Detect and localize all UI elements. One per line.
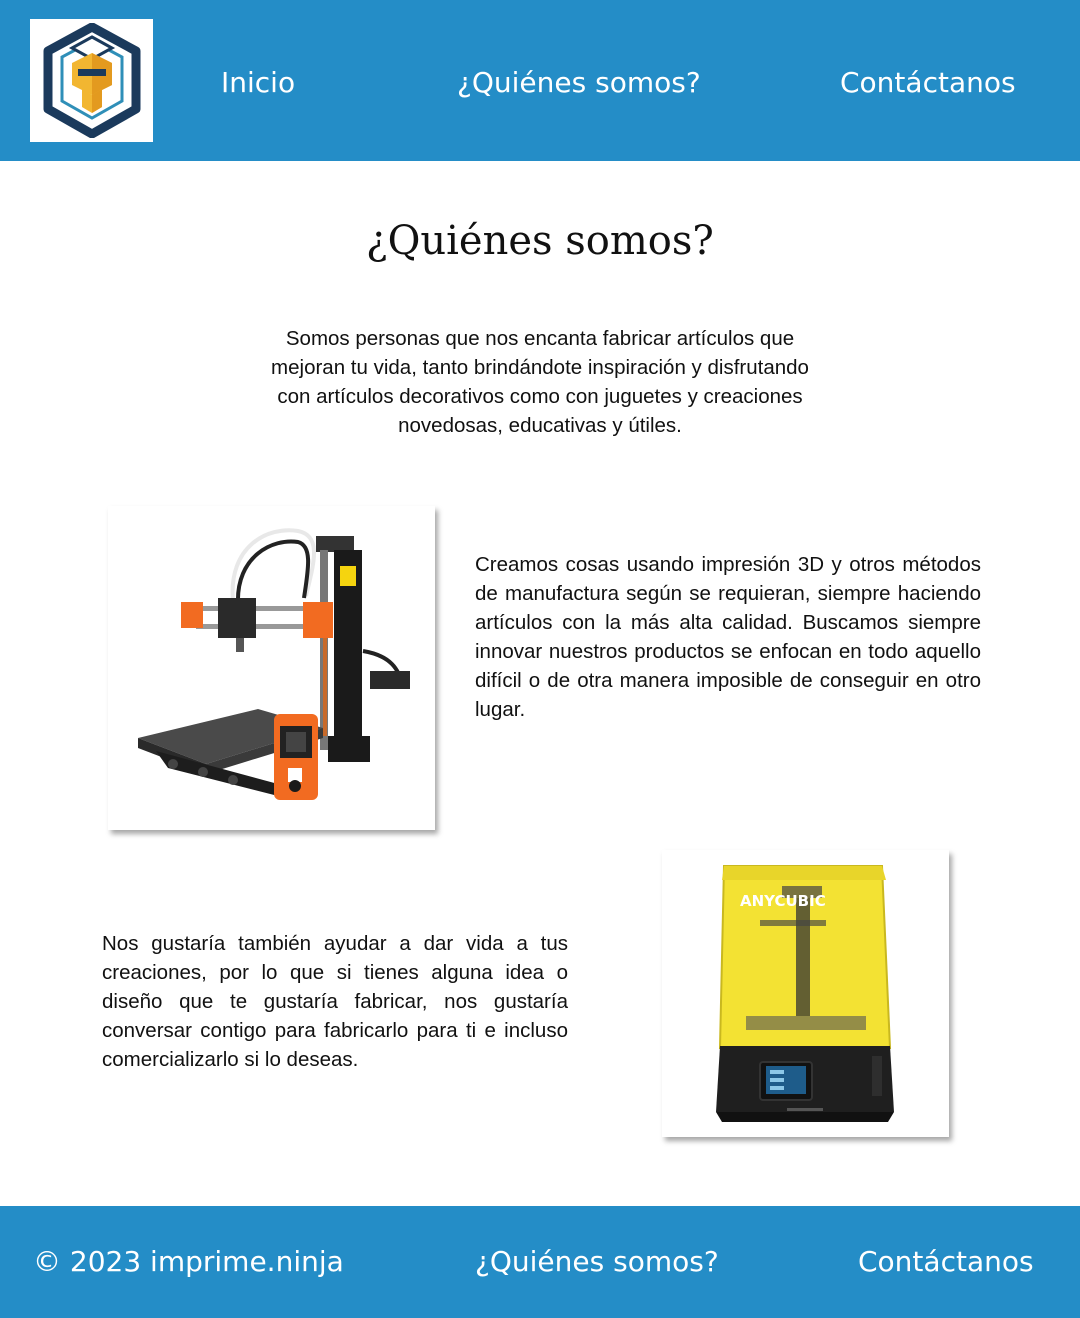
site-logo[interactable] [30,19,153,142]
footer-link-contact[interactable]: Contáctanos [858,1242,1034,1282]
intro-paragraph: Somos personas que nos encanta fabricar … [271,327,809,437]
section1-paragraph: Creamos cosas usando impresión 3D y otro… [475,553,981,721]
fdm-3d-printer-icon [138,528,410,800]
nav-link-home[interactable]: Inicio [221,64,295,102]
footer-copyright: © 2023 imprime.ninja [33,1245,344,1278]
site-footer: © 2023 imprime.ninja ¿Quiénes somos? Con… [0,1206,1080,1318]
footer-link-about[interactable]: ¿Quiénes somos? [475,1242,719,1282]
printer-brand-label: ANYCUBIC [740,892,826,910]
page-title: ¿Quiénes somos? [366,218,714,264]
fdm-printer-photo [108,506,435,830]
site-header: Inicio ¿Quiénes somos? Contáctanos [0,0,1080,161]
resin-printer-photo: ANYCUBIC [662,850,949,1137]
ninja-cube-logo-icon [43,23,141,138]
nav-link-contact[interactable]: Contáctanos [840,64,1016,102]
section2-paragraph: Nos gustaría también ayudar a dar vida a… [102,932,568,1071]
nav-link-about[interactable]: ¿Quiénes somos? [457,64,701,102]
resin-3d-printer-icon: ANYCUBIC [716,865,894,1122]
